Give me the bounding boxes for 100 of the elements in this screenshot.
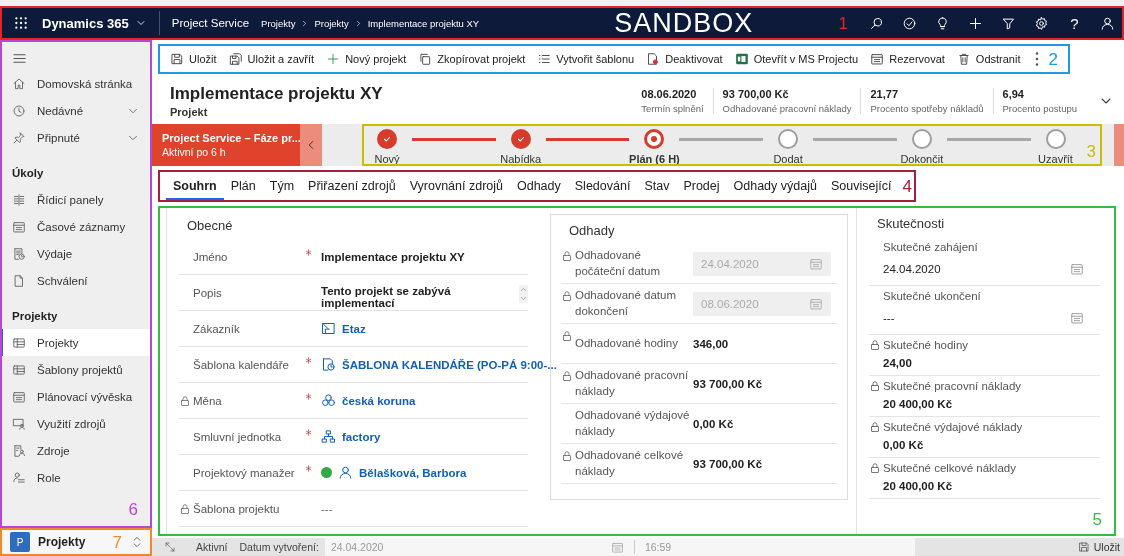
nav-item[interactable]: Schválení xyxy=(0,267,152,294)
calendar-icon xyxy=(12,389,26,404)
save-icon xyxy=(1077,541,1090,553)
nav-item[interactable]: Šablony projektů xyxy=(0,356,152,383)
save-icon xyxy=(170,52,184,66)
more-vertical-icon xyxy=(1034,52,1039,66)
command-button[interactable]: Rezervovat xyxy=(864,44,951,74)
lookup-link[interactable]: Bělašková, Barbora xyxy=(359,466,467,479)
stage-flyout-button[interactable]: Project Service – Fáze pr... Aktivní po 6 h xyxy=(152,124,300,166)
form-tab[interactable]: Prodej xyxy=(676,171,727,201)
form-tab[interactable]: Související xyxy=(823,171,899,201)
pin-icon xyxy=(12,130,26,145)
field-label: Skutečné ukončení xyxy=(883,290,981,302)
trash-icon xyxy=(956,52,971,66)
form-tab[interactable]: Stav xyxy=(637,171,677,201)
entity-name: Projekt xyxy=(170,106,209,118)
nav-item[interactable]: Projekty xyxy=(0,329,152,356)
header-label: Procento postupu xyxy=(1002,103,1077,114)
date-field[interactable]: --- xyxy=(883,312,895,324)
hierarchy-icon xyxy=(321,429,336,444)
field-label: Odhadované celkové náklady xyxy=(575,448,685,479)
area-label: Projekty xyxy=(38,535,87,549)
nav-item[interactable]: Role xyxy=(0,464,152,491)
field-value: Tento projekt se zabývá implementací xyxy=(321,285,452,309)
header-label: Procento spotřeby nákladů xyxy=(870,103,984,114)
nav-item[interactable]: Zdroje xyxy=(0,437,152,464)
grid-icon xyxy=(13,15,29,31)
annotation-number: 1 xyxy=(838,14,848,32)
nav-item[interactable]: Využití zdrojů xyxy=(0,410,152,437)
calendar-icon xyxy=(809,296,823,311)
nav-item[interactable]: Připnuté xyxy=(0,124,152,151)
breadcrumb-link[interactable]: Implementace projektu XY xyxy=(367,6,480,40)
form-tab[interactable]: Souhrn xyxy=(166,171,224,201)
field-value: 93 700,00 Kč xyxy=(693,377,764,390)
table-icon xyxy=(12,362,26,377)
app-name-button[interactable]: Dynamics 365 xyxy=(42,11,160,35)
help-button[interactable]: ? xyxy=(1058,6,1091,40)
lookup-link[interactable]: Etaz xyxy=(342,322,366,335)
breadcrumb-link[interactable]: Projekty xyxy=(314,6,349,40)
nav-item[interactable]: Časové záznamy xyxy=(0,213,152,240)
command-button[interactable]: Uložit a zavřít xyxy=(222,44,321,74)
area-name-link[interactable]: Project Service xyxy=(159,6,262,40)
plus-icon xyxy=(968,15,983,31)
calendar-icon xyxy=(870,52,885,66)
calendar-icon xyxy=(610,540,624,554)
stage-step[interactable]: Uzavřít xyxy=(1030,129,1081,165)
command-button[interactable]: Nový projekt xyxy=(320,44,413,74)
save-button[interactable]: Uložit xyxy=(1077,541,1124,553)
field-label: Měna xyxy=(193,394,223,407)
form-tab[interactable]: Odhady xyxy=(510,171,568,201)
document-clock-icon xyxy=(321,357,336,372)
field-label: Projektový manažer xyxy=(193,466,296,479)
lookup-link[interactable]: factory xyxy=(342,430,381,443)
form-tab[interactable]: Sledování xyxy=(567,171,638,201)
nav-item[interactable]: Plánovací vývěska xyxy=(0,383,152,410)
nav-item[interactable]: Nedávné xyxy=(0,97,152,124)
nav-item[interactable]: Výdaje xyxy=(0,240,152,267)
list-icon xyxy=(537,52,552,66)
form-tab[interactable]: Plán xyxy=(223,171,263,201)
area-badge: P xyxy=(10,532,30,552)
stage-step[interactable]: Nový xyxy=(362,129,412,165)
form-tab[interactable]: Vyrovnání zdrojů xyxy=(402,171,510,201)
lookup-link[interactable]: ŠABLONA KALENDÁŘE (PO-PÁ 9:00-... xyxy=(342,358,557,371)
stage-step[interactable]: Dodat xyxy=(763,129,814,165)
command-button[interactable]: Odstranit xyxy=(950,44,1027,74)
header-value: 08.06.2020 xyxy=(641,88,698,100)
command-button[interactable]: Zkopírovat projekt xyxy=(412,44,532,74)
document-person-icon xyxy=(12,443,26,458)
lookup-link[interactable]: česká koruna xyxy=(342,394,416,407)
nav-item[interactable]: Domovská stránka xyxy=(0,70,152,97)
coins-icon xyxy=(321,393,336,408)
stage-step[interactable]: Dokončit xyxy=(896,129,947,165)
field-label: Šablona projektu xyxy=(193,502,281,515)
save-close-icon xyxy=(228,52,243,66)
command-button[interactable]: Deaktivovat xyxy=(640,44,729,74)
breadcrumb-link[interactable]: Projekty xyxy=(261,6,296,40)
calendar-icon xyxy=(12,219,26,234)
date-field: 08.06.2020 xyxy=(693,291,831,316)
command-button[interactable]: Uložit xyxy=(164,44,223,74)
form-tab[interactable]: Odhady výdajů xyxy=(726,171,824,201)
created-time: 16:59 xyxy=(644,541,672,553)
field-value: 346,00 xyxy=(693,337,730,350)
copy-icon xyxy=(418,52,433,66)
field-label: Odhadované počáteční datum xyxy=(575,248,662,279)
nav-item[interactable]: Řídicí panely xyxy=(0,186,152,213)
annotation-number: 6 xyxy=(128,501,138,518)
stage-step[interactable]: Nabídka xyxy=(495,129,546,165)
calendar-button[interactable] xyxy=(1070,311,1084,325)
form-tab[interactable]: Přiřazení zdrojů xyxy=(301,171,403,201)
command-button[interactable]: Vytvořit šablonu xyxy=(531,44,641,74)
section-title: Odhady xyxy=(569,223,616,238)
receipt-icon xyxy=(12,246,26,261)
command-button[interactable]: Otevřít v MS Projectu xyxy=(728,44,865,74)
lightbulb-icon xyxy=(935,15,950,31)
check-circle-icon xyxy=(902,15,917,31)
form-tab[interactable]: Tým xyxy=(262,171,302,201)
field-value: 0,00 Kč xyxy=(693,417,735,430)
date-field[interactable]: 24.04.2020 xyxy=(883,263,941,275)
calendar-button[interactable] xyxy=(1070,262,1084,276)
annotation-number: 4 xyxy=(902,177,912,195)
